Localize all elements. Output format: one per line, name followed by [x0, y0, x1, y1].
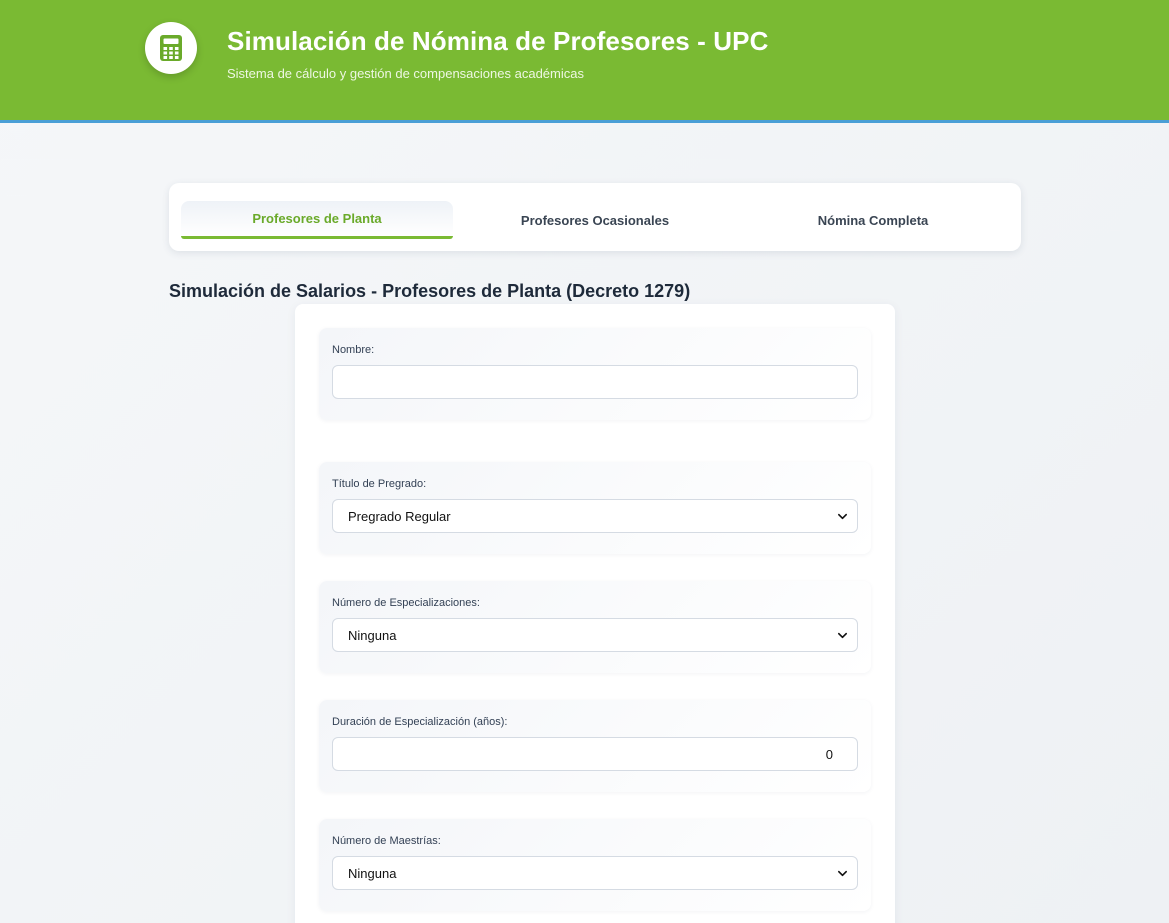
chevron-down-icon [838, 870, 847, 877]
app-subtitle: Sistema de cálculo y gestión de compensa… [227, 66, 584, 81]
app-title: Simulación de Nómina de Profesores - UPC [227, 26, 769, 56]
titulo-pregrado-field-group: Título de Pregrado: Pregrado Regular [319, 462, 871, 554]
chevron-down-icon [838, 632, 847, 639]
tab-profesores-planta[interactable]: Profesores de Planta [181, 201, 453, 239]
especializaciones-field-group: Número de Especializaciones: Ninguna [319, 581, 871, 673]
tab-bar: Profesores de Planta Profesores Ocasiona… [169, 183, 1021, 251]
nombre-field-group: Nombre: [319, 328, 871, 420]
titulo-pregrado-value: Pregrado Regular [348, 508, 451, 524]
nombre-label: Nombre: [332, 344, 375, 356]
chevron-down-icon [838, 513, 847, 520]
duracion-especializacion-label: Duración de Especialización (años): [332, 716, 508, 728]
duracion-especializacion-input[interactable]: 0 [332, 737, 858, 771]
maestrias-label: Número de Maestrías: [332, 835, 441, 847]
maestrias-value: Ninguna [348, 865, 397, 881]
duracion-especializacion-field-group: Duración de Especialización (años): 0 [319, 700, 871, 792]
simulation-form: Nombre: Título de Pregrado: Pregrado Reg… [295, 304, 895, 923]
titulo-pregrado-select[interactable]: Pregrado Regular [332, 499, 858, 533]
especializaciones-value: Ninguna [348, 627, 397, 643]
titulo-pregrado-label: Título de Pregrado: [332, 478, 427, 490]
section-title: Simulación de Salarios - Profesores de P… [169, 281, 691, 301]
calculator-icon [145, 22, 197, 74]
app-header: Simulación de Nómina de Profesores - UPC… [0, 0, 1169, 123]
maestrias-field-group: Número de Maestrías: Ninguna [319, 819, 871, 911]
maestrias-select[interactable]: Ninguna [332, 856, 858, 890]
tab-nomina-completa[interactable]: Nómina Completa [737, 201, 1009, 239]
tab-profesores-ocasionales[interactable]: Profesores Ocasionales [459, 201, 731, 239]
especializaciones-label: Número de Especializaciones: [332, 597, 480, 609]
especializaciones-select[interactable]: Ninguna [332, 618, 858, 652]
nombre-input[interactable] [332, 365, 858, 399]
